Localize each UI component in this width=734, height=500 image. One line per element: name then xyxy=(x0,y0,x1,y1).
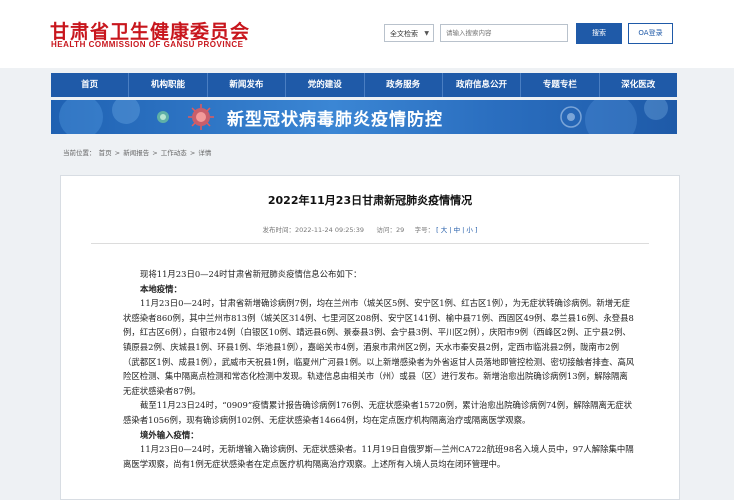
published-time: 2022-11-24 09:25:39 xyxy=(294,226,365,234)
search-scope-value: 全文检索 xyxy=(390,30,418,38)
breadcrumb-separator: > xyxy=(189,149,196,157)
nav-item-disclosure[interactable]: 政府信息公开 xyxy=(443,73,522,97)
nav-item-home[interactable]: 首页 xyxy=(51,73,130,97)
banner-title: 新型冠状病毒肺炎疫情防控 xyxy=(227,110,443,130)
article-title: 2022年11月23日甘肃新冠肺炎疫情情况 xyxy=(267,194,473,207)
divider xyxy=(91,243,649,244)
search-scope-select[interactable]: 全文检索 ▼ xyxy=(384,24,434,42)
main-nav: 首页 机构职能 新闻发布 党的建设 政务服务 政府信息公开 专题专栏 深化医改 xyxy=(51,73,677,97)
header: 甘肃省卫生健康委员会 HEALTH COMMISSION OF GANSU PR… xyxy=(0,0,734,68)
oa-login-button[interactable]: OA登录 xyxy=(628,23,673,44)
font-size-small[interactable]: 小 xyxy=(466,226,473,234)
breadcrumb-label: 当前位置： xyxy=(63,149,96,157)
section-heading-local: 本地疫情： xyxy=(140,283,182,294)
virus-icon xyxy=(188,104,214,130)
search-input[interactable] xyxy=(440,24,568,42)
breadcrumb: 当前位置： 首页 > 新闻报告 > 工作动态 > 详情 xyxy=(63,147,212,157)
nav-item-reform[interactable]: 深化医改 xyxy=(600,73,677,97)
breadcrumb-item-work[interactable]: 工作动态 xyxy=(161,149,187,157)
breadcrumb-separator: > xyxy=(114,149,121,157)
covid-banner[interactable]: 新型冠状病毒肺炎疫情防控 xyxy=(51,100,677,134)
font-size-label: 字号： xyxy=(414,226,435,234)
nav-item-party[interactable]: 党的建设 xyxy=(286,73,365,97)
published-label: 发布时间： xyxy=(262,226,295,234)
nav-item-functions[interactable]: 机构职能 xyxy=(129,73,208,97)
views-label: 访问： xyxy=(376,226,396,234)
paragraph-cumulative: 截至11月23日24时，“0909”疫情累计报告确诊病例176例、无症状感染者1… xyxy=(123,400,633,425)
nav-item-news[interactable]: 新闻发布 xyxy=(208,73,287,97)
section-heading-imported: 境外输入疫情： xyxy=(140,429,199,440)
font-size-large[interactable]: 大 xyxy=(441,226,448,234)
article-meta: 发布时间：2022-11-24 09:25:39 访问：29 字号： [ 大 |… xyxy=(262,226,478,234)
breadcrumb-separator: > xyxy=(152,149,158,157)
breadcrumb-item-home[interactable]: 首页 xyxy=(99,149,112,157)
search-button[interactable]: 搜索 xyxy=(576,23,622,44)
article-panel: 2022年11月23日甘肃新冠肺炎疫情情况 发布时间：2022-11-24 09… xyxy=(60,175,680,500)
article-body: 现将11月23日0—24时甘肃省新冠肺炎疫情信息公布如下： 本地疫情： 11月2… xyxy=(123,267,635,471)
paragraph-intro: 现将11月23日0—24时甘肃省新冠肺炎疫情信息公布如下： xyxy=(140,269,362,279)
chevron-down-icon: ▼ xyxy=(424,30,429,37)
view-count: 29 xyxy=(395,226,405,234)
paragraph-imported: 11月23日0—24时，无新增输入确诊病例、无症状感染者。11月19日自俄罗斯—… xyxy=(123,444,634,469)
breadcrumb-item-detail: 详情 xyxy=(198,149,212,157)
paragraph-local-cases: 11月23日0—24时，甘肃省新增确诊病例7例，均在兰州市（城关区5例、安宁区1… xyxy=(123,298,635,396)
nav-item-topics[interactable]: 专题专栏 xyxy=(521,73,600,97)
nav-item-services[interactable]: 政务服务 xyxy=(365,73,443,97)
site-logo-subtitle: HEALTH COMMISSION OF GANSU PROVINCE xyxy=(51,40,244,49)
breadcrumb-item-news[interactable]: 新闻报告 xyxy=(123,149,149,157)
font-size-medium[interactable]: 中 xyxy=(454,226,461,234)
